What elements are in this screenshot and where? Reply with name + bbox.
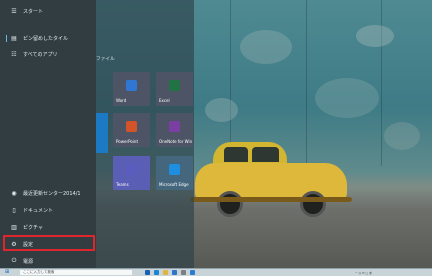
settings-red-highlight-box xyxy=(3,235,95,251)
nav-pictures[interactable]: ▥ ピクチャ xyxy=(0,220,96,234)
taskbar-search-box[interactable]: ここに入力して検索 xyxy=(20,270,132,275)
list-icon: ☷ xyxy=(11,50,17,58)
task-view-icon[interactable] xyxy=(145,270,150,275)
tile-word[interactable]: Word xyxy=(113,72,150,106)
nav-documents[interactable]: ▯ ドキュメント xyxy=(0,203,96,217)
store-icon[interactable] xyxy=(172,270,177,275)
power-icon: ⏻ xyxy=(11,257,17,264)
tiles-section-title: ファイル xyxy=(96,57,115,62)
nav-start-label: スタート xyxy=(23,8,44,15)
excel-icon xyxy=(169,80,180,91)
word-icon xyxy=(126,80,137,91)
edge-icon xyxy=(169,164,180,175)
nav-pinned-tiles[interactable]: ▤ ピン留めしたタイル xyxy=(0,31,96,45)
nav-power[interactable]: ⏻ 電源 xyxy=(0,254,96,268)
nav-start[interactable]: ☰ スタート xyxy=(0,4,96,18)
teams-icon xyxy=(126,164,137,175)
tile-edge[interactable]: Microsoft Edge xyxy=(156,156,193,190)
start-menu: ☰ スタート ▤ ピン留めしたタイル ☷ すべてのアプリ ◉ 最近更新センター2… xyxy=(0,0,194,268)
start-left-rail: ☰ スタート ▤ ピン留めしたタイル ☷ すべてのアプリ ◉ 最近更新センター2… xyxy=(0,0,96,268)
document-icon: ▯ xyxy=(12,206,16,214)
tile-excel[interactable]: Excel xyxy=(156,72,193,106)
wall-mark-2 xyxy=(315,78,379,118)
tile-powerpoint-label: PowerPoint xyxy=(116,139,139,144)
security-icon: ◉ xyxy=(11,189,17,197)
nav-all-apps[interactable]: ☷ すべてのアプリ xyxy=(0,47,96,61)
tile-edge-label: Microsoft Edge xyxy=(159,182,189,187)
settings-icon[interactable] xyxy=(181,270,186,275)
onenote-icon xyxy=(169,121,180,132)
nav-pinned-tiles-label: ピン留めしたタイル xyxy=(23,35,69,42)
picture-icon: ▥ xyxy=(11,223,17,231)
tile-teams[interactable]: Teams xyxy=(113,156,150,190)
mail-icon[interactable] xyxy=(190,270,195,275)
nav-all-apps-label: すべてのアプリ xyxy=(23,51,58,58)
nav-pictures-label: ピクチャ xyxy=(23,224,43,231)
nav-power-label: 電源 xyxy=(23,258,34,265)
blue-tile-edge[interactable] xyxy=(96,113,108,153)
wall-mark-4 xyxy=(356,25,394,47)
tile-word-label: Word xyxy=(116,98,127,103)
powerpoint-icon xyxy=(126,121,137,132)
tile-onenote[interactable]: OneNote for Windows xyxy=(156,113,193,147)
yellow-vintage-car-image xyxy=(190,139,352,219)
tile-onenote-label: OneNote for Windows xyxy=(159,139,192,144)
hamburger-icon: ☰ xyxy=(11,7,17,15)
nav-documents-label: ドキュメント xyxy=(23,207,54,214)
nav-security[interactable]: ◉ 最近更新センター2014/1 xyxy=(0,186,96,200)
tile-teams-label: Teams xyxy=(116,182,129,187)
wall-mark-3 xyxy=(205,98,238,122)
nav-security-label: 最近更新センター2014/1 xyxy=(23,190,81,197)
tile-excel-label: Excel xyxy=(159,98,170,103)
tile-powerpoint[interactable]: PowerPoint xyxy=(113,113,150,147)
wall-mark-5 xyxy=(384,122,420,150)
edge-icon[interactable] xyxy=(154,270,159,275)
folder-icon[interactable] xyxy=(163,270,168,275)
wall-mark-1 xyxy=(240,30,292,64)
windows-start-icon[interactable]: ⊞ xyxy=(5,270,12,275)
pin-icon: ▤ xyxy=(11,34,17,42)
